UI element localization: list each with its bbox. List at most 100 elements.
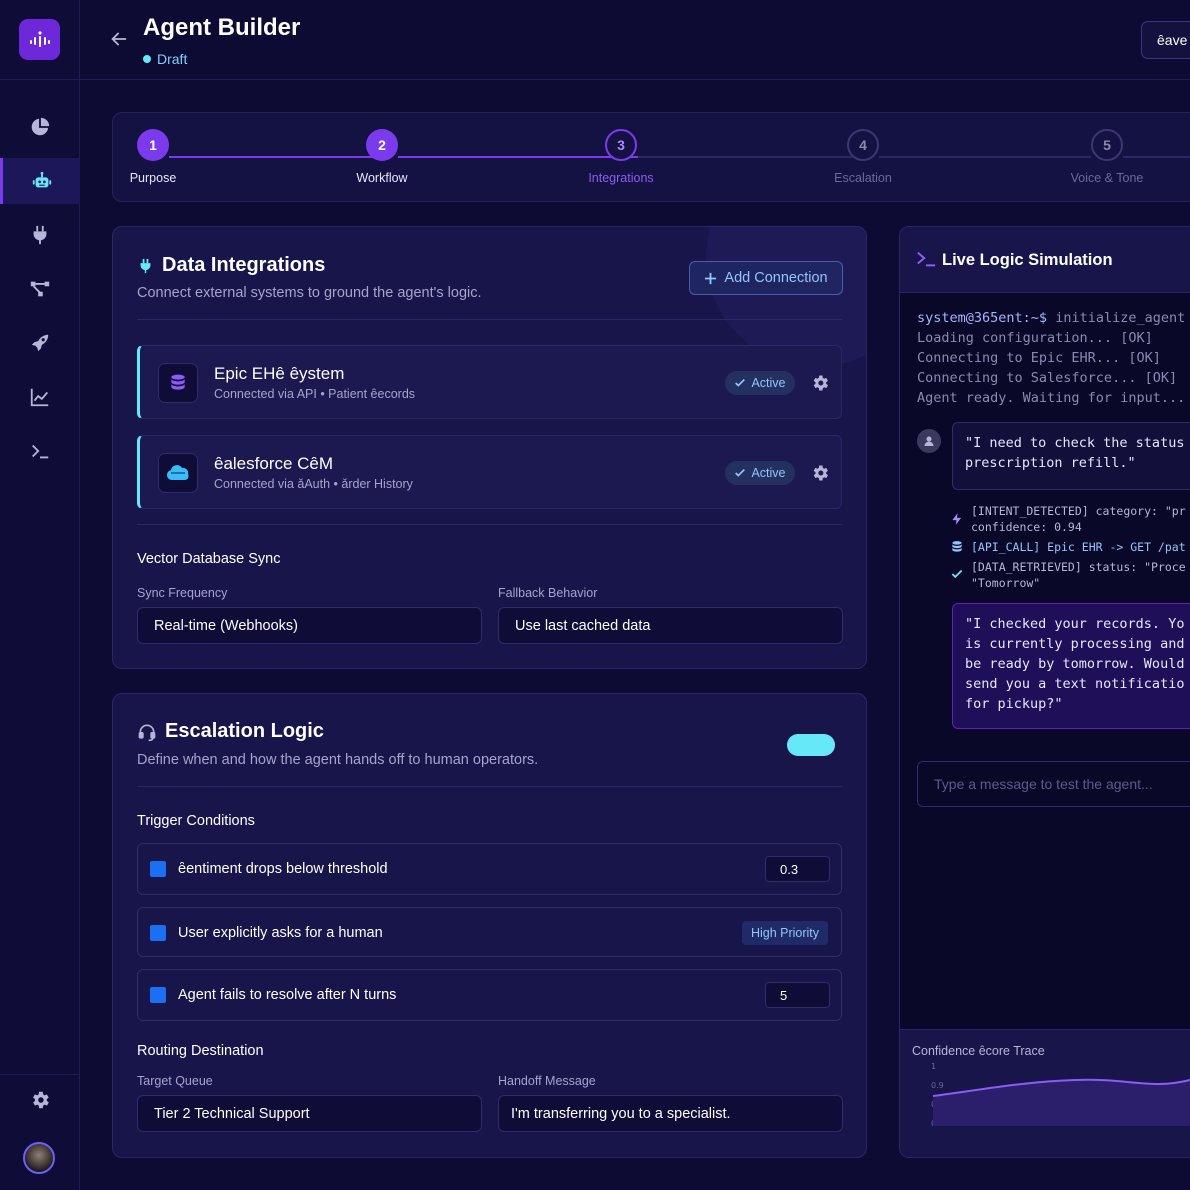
simulation-header: Live Logic Simulation bbox=[900, 227, 1190, 293]
sidebar-item-integrations[interactable] bbox=[0, 212, 80, 258]
trace-tick: 0.9 bbox=[931, 1081, 944, 1090]
status-badge: Draft bbox=[143, 51, 187, 67]
turns-input[interactable]: 5 bbox=[765, 982, 830, 1008]
waveform-person-icon bbox=[29, 30, 50, 47]
escalation-subtitle: Define when and how the agent hands off … bbox=[137, 752, 539, 768]
step-connector bbox=[1123, 156, 1190, 158]
log-intent: [INTENT_DETECTED] category: "pr confiden… bbox=[971, 503, 1186, 535]
trigger-label: User explicitly asks for a human bbox=[178, 925, 383, 941]
agent-message-bubble: "I checked your records. Yo is currently… bbox=[952, 603, 1190, 729]
status-text: Active bbox=[751, 376, 786, 390]
step-5-circle[interactable]: 5 bbox=[1091, 129, 1123, 161]
routing-heading: Routing Destination bbox=[137, 1043, 264, 1059]
step-4-label[interactable]: Escalation bbox=[803, 171, 923, 185]
trigger-checkbox[interactable] bbox=[150, 861, 166, 877]
connection-meta: Connected via API • Patient ȇecords bbox=[214, 387, 416, 401]
handoff-message-label: Handoff Message bbox=[498, 1074, 596, 1088]
sync-frequency-select[interactable]: Real-time (Webhooks) bbox=[137, 607, 482, 644]
step-1-label[interactable]: Purpose bbox=[93, 171, 213, 185]
sidebar-item-settings[interactable] bbox=[0, 1077, 80, 1123]
workflow-icon bbox=[30, 281, 50, 297]
database-icon bbox=[158, 363, 198, 403]
gear-icon[interactable] bbox=[810, 463, 830, 483]
sync-frequency-label: Sync Frequency bbox=[137, 586, 228, 600]
sidebar bbox=[0, 0, 80, 1190]
step-2-label[interactable]: Workflow bbox=[322, 171, 442, 185]
robot-icon bbox=[32, 171, 51, 188]
escalation-toggle[interactable] bbox=[787, 734, 835, 756]
connection-salesforce[interactable]: ȇalesforce CȇM Connected via ǎAuth • ǎrd… bbox=[137, 435, 842, 509]
top-header: Agent Builder Draft ȇave bbox=[80, 0, 1190, 80]
log-data-retrieved: [DATA_RETRIEVED] status: "Proce "Tomorro… bbox=[971, 559, 1186, 591]
terminal-line: Agent ready. Waiting for input... bbox=[917, 390, 1186, 406]
status-dot bbox=[143, 55, 151, 63]
rocket-icon bbox=[31, 334, 49, 352]
status-text: Draft bbox=[157, 51, 188, 67]
terminal-command-line: system@365ent:~$ initialize_agent bbox=[917, 310, 1185, 326]
user-avatar[interactable] bbox=[23, 1142, 55, 1174]
trigger-human-request: User explicitly asks for a human High Pr… bbox=[137, 907, 842, 957]
fallback-behavior-select[interactable]: Use last cached data bbox=[498, 607, 843, 644]
plug-icon bbox=[140, 258, 151, 273]
live-simulation-panel: Live Logic Simulation system@365ent:~$ i… bbox=[899, 226, 1190, 1158]
add-connection-button[interactable]: Add Connection bbox=[689, 261, 843, 295]
escalation-logic-card: Escalation Logic Define when and how the… bbox=[112, 693, 867, 1158]
step-connector bbox=[398, 156, 638, 158]
log-line: "Tomorrow" bbox=[971, 576, 1041, 590]
step-3-label[interactable]: Integrations bbox=[561, 171, 681, 185]
trace-title: Confidence ȇcore Trace bbox=[912, 1044, 1045, 1058]
check-icon bbox=[735, 378, 746, 387]
divider bbox=[137, 786, 842, 787]
wizard-stepper: 1 Purpose 2 Workflow 3 Integrations 4 Es… bbox=[112, 112, 1190, 202]
sidebar-item-analytics[interactable] bbox=[0, 374, 80, 420]
target-queue-select[interactable]: Tier 2 Technical Support bbox=[137, 1095, 482, 1132]
back-arrow-icon[interactable] bbox=[108, 28, 130, 50]
handoff-message-input[interactable]: I'm transferring you to a specialist. bbox=[498, 1095, 843, 1132]
step-1-circle[interactable]: 1 bbox=[137, 129, 169, 161]
step-5-label[interactable]: Voice & Tone bbox=[1047, 171, 1167, 185]
target-queue-label: Target Queue bbox=[137, 1074, 213, 1088]
divider bbox=[137, 319, 842, 320]
page-title: Agent Builder bbox=[143, 14, 301, 41]
connection-meta: Connected via ǎAuth • ǎrder History bbox=[214, 477, 413, 491]
confidence-trace: Confidence ȇcore Trace 1 0.9 0.8 0.7 bbox=[900, 1029, 1190, 1157]
trigger-checkbox[interactable] bbox=[150, 925, 166, 941]
trigger-label: ȇentiment drops below threshold bbox=[178, 861, 388, 877]
trigger-conditions-heading: Trigger Conditions bbox=[137, 813, 255, 829]
salesforce-icon bbox=[158, 453, 198, 493]
status-badge: Active bbox=[725, 461, 795, 485]
simulation-title: Live Logic Simulation bbox=[942, 251, 1113, 269]
step-2-circle[interactable]: 2 bbox=[366, 129, 398, 161]
terminal-icon bbox=[917, 251, 936, 267]
terminal-icon bbox=[32, 444, 49, 459]
divider bbox=[137, 524, 842, 525]
pie-chart-icon bbox=[31, 117, 50, 136]
save-button[interactable]: ȇave bbox=[1141, 21, 1190, 59]
priority-badge: High Priority bbox=[742, 921, 828, 945]
terminal-line: Loading configuration... [OK] bbox=[917, 330, 1153, 346]
bolt-icon bbox=[952, 513, 962, 525]
threshold-input[interactable]: 0.3 bbox=[765, 856, 830, 882]
sidebar-item-console[interactable] bbox=[0, 428, 80, 474]
data-integrations-card: Data Integrations Connect external syste… bbox=[112, 226, 867, 669]
trigger-checkbox[interactable] bbox=[150, 987, 166, 1003]
chart-line-icon bbox=[30, 388, 49, 407]
app-logo[interactable] bbox=[19, 19, 60, 60]
sidebar-item-dashboard[interactable] bbox=[0, 104, 80, 150]
sidebar-divider bbox=[0, 79, 80, 80]
trace-area bbox=[933, 1079, 1190, 1126]
connection-epic-ehr[interactable]: Epic EHȇ ȇystem Connected via API • Pati… bbox=[137, 345, 842, 419]
integrations-title-text: Data Integrations bbox=[162, 254, 326, 276]
sidebar-item-agents[interactable] bbox=[0, 158, 80, 204]
step-3-circle[interactable]: 3 bbox=[605, 129, 637, 161]
trigger-sentiment: ȇentiment drops below threshold 0.3 bbox=[137, 843, 842, 895]
confidence-trace-chart: 1 0.9 0.8 0.7 bbox=[931, 1062, 1190, 1128]
sidebar-item-deploy[interactable] bbox=[0, 320, 80, 366]
test-message-input[interactable]: Type a message to test the agent... bbox=[917, 761, 1190, 807]
add-connection-label: Add Connection bbox=[724, 270, 828, 286]
step-4-circle[interactable]: 4 bbox=[847, 129, 879, 161]
terminal-prompt: system@365ent:~$ bbox=[917, 310, 1048, 326]
sidebar-item-workflows[interactable] bbox=[0, 266, 80, 312]
gear-icon[interactable] bbox=[810, 373, 830, 393]
plus-icon bbox=[705, 272, 717, 284]
